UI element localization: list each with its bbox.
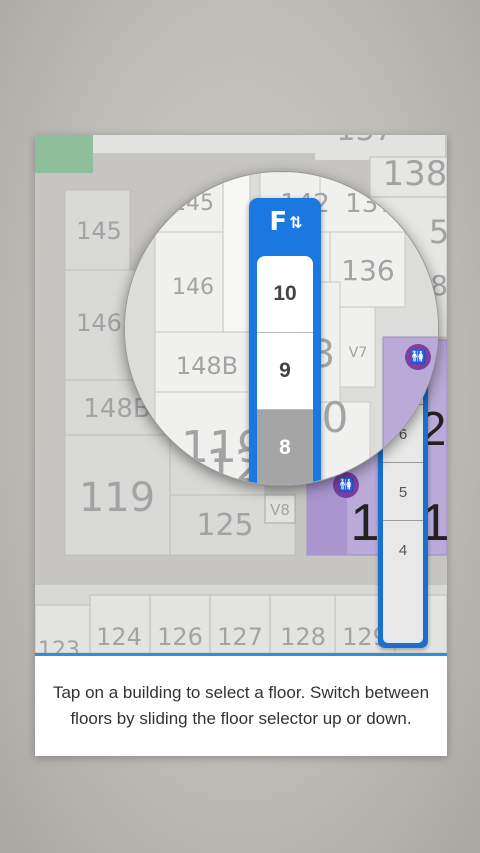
room-124: 124 [96, 623, 142, 651]
room-v8: V8 [270, 501, 290, 519]
magnified-room-145: 145 [172, 191, 214, 216]
floor-selector-icon: F ⇅ [249, 200, 321, 244]
room-137: 137 [336, 135, 393, 148]
magnified-floor-8-selected: 8 [257, 410, 313, 485]
magnified-restroom-icon: 🚻 [405, 344, 431, 370]
room-127: 127 [217, 623, 263, 651]
magnified-room-136: 136 [341, 254, 394, 287]
map-view[interactable]: 138 137 5 8 145 146 148B 119 125 V8 1 1 … [35, 135, 447, 653]
tutorial-caption: Tap on a building to select a floor. Swi… [35, 653, 447, 756]
room-145: 145 [76, 217, 122, 245]
floor-icon-letter: F [269, 207, 288, 237]
magnified-room-v7: V7 [349, 345, 367, 361]
up-down-arrows-icon: ⇅ [289, 212, 302, 232]
magnified-floor-9: 9 [257, 333, 313, 410]
magnified-room-146: 146 [172, 275, 214, 300]
tutorial-card: 138 137 5 8 145 146 148B 119 125 V8 1 1 … [35, 135, 447, 756]
room-123: 123 [38, 638, 80, 653]
magnified-floor-selector: F ⇅ 10 9 8 [249, 198, 321, 485]
caption-text: Tap on a building to select a floor. Swi… [52, 683, 430, 728]
building-number-1: 1 [351, 494, 380, 552]
magnified-floor-10: 10 [257, 256, 313, 333]
magnifier-lens: 145 146 148B 119 142 137 136 V7 3 0 12 🚻… [124, 171, 439, 486]
magnified-floor-track: 10 9 8 [257, 256, 313, 485]
magnified-room-148b: 148B [176, 352, 238, 380]
room-125: 125 [196, 508, 253, 543]
room-128: 128 [280, 623, 326, 651]
magnified-room-137: 137 [345, 189, 395, 219]
green-area [35, 135, 93, 173]
magnified-room-0: 0 [322, 393, 349, 442]
floor-option-4[interactable]: 4 [383, 520, 423, 579]
room-126: 126 [157, 623, 203, 651]
room-146: 146 [76, 309, 122, 337]
